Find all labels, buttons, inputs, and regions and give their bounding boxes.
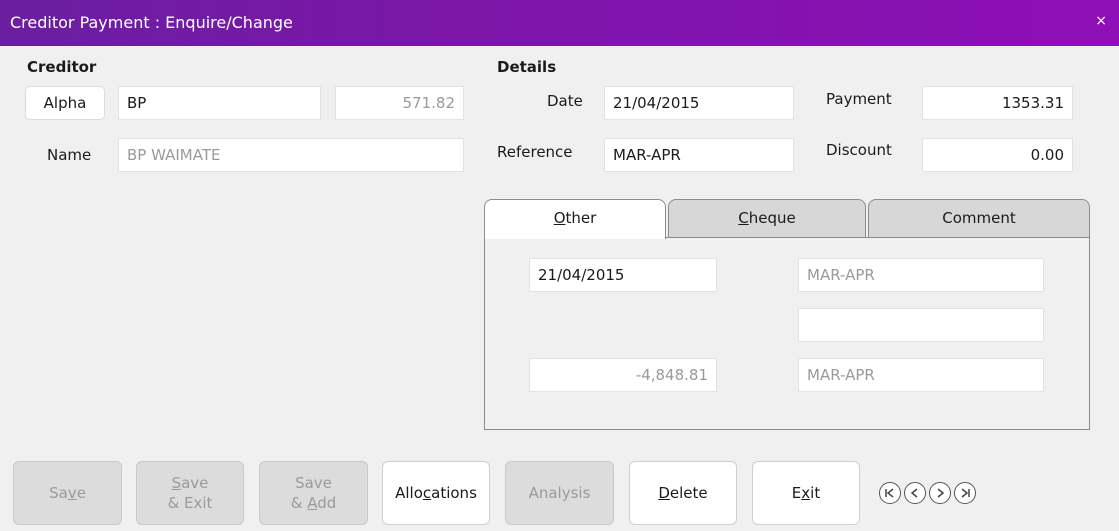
date-input[interactable]: 21/04/2015 [604, 86, 794, 120]
window-title: Creditor Payment : Enquire/Change [10, 13, 293, 32]
save-button[interactable]: Save [13, 461, 122, 525]
name-field: BP WAIMATE [118, 138, 464, 172]
first-record-icon[interactable] [879, 482, 901, 504]
tab-other[interactable]: Other [484, 199, 666, 239]
delete-button[interactable]: Delete [629, 461, 737, 525]
next-record-icon[interactable] [929, 482, 951, 504]
allocations-button[interactable]: Allocations [382, 461, 490, 525]
payment-label: Payment [826, 90, 892, 108]
title-bar: Creditor Payment : Enquire/Change × [0, 0, 1119, 46]
other-date-field[interactable]: 21/04/2015 [529, 258, 717, 292]
date-label: Date [547, 92, 583, 110]
analysis-button[interactable]: Analysis [505, 461, 614, 525]
discount-input[interactable]: 0.00 [922, 138, 1073, 172]
other-reference-field[interactable]: MAR-APR [798, 258, 1044, 292]
other-blank-field[interactable] [798, 308, 1044, 342]
alpha-input[interactable]: BP [118, 86, 321, 120]
details-heading: Details [497, 58, 557, 76]
save-add-button[interactable]: Save & Add [259, 461, 368, 525]
payment-input[interactable]: 1353.31 [922, 86, 1073, 120]
exit-button[interactable]: Exit [752, 461, 860, 525]
other-amount-field: -4,848.81 [529, 358, 717, 392]
reference-label: Reference [497, 143, 573, 161]
alpha-button[interactable]: Alpha [25, 86, 105, 120]
name-label: Name [47, 146, 92, 164]
close-icon[interactable]: × [1095, 13, 1107, 29]
discount-label: Discount [826, 141, 892, 159]
reference-input[interactable]: MAR-APR [604, 138, 794, 172]
other-reference2-field[interactable]: MAR-APR [798, 358, 1044, 392]
tab-comment[interactable]: Comment [868, 199, 1090, 237]
save-exit-button[interactable]: Save & Exit [136, 461, 244, 525]
tab-cheque[interactable]: Cheque [668, 199, 866, 237]
previous-record-icon[interactable] [904, 482, 926, 504]
last-record-icon[interactable] [954, 482, 976, 504]
creditor-heading: Creditor [27, 58, 97, 76]
creditor-balance: 571.82 [335, 86, 464, 120]
